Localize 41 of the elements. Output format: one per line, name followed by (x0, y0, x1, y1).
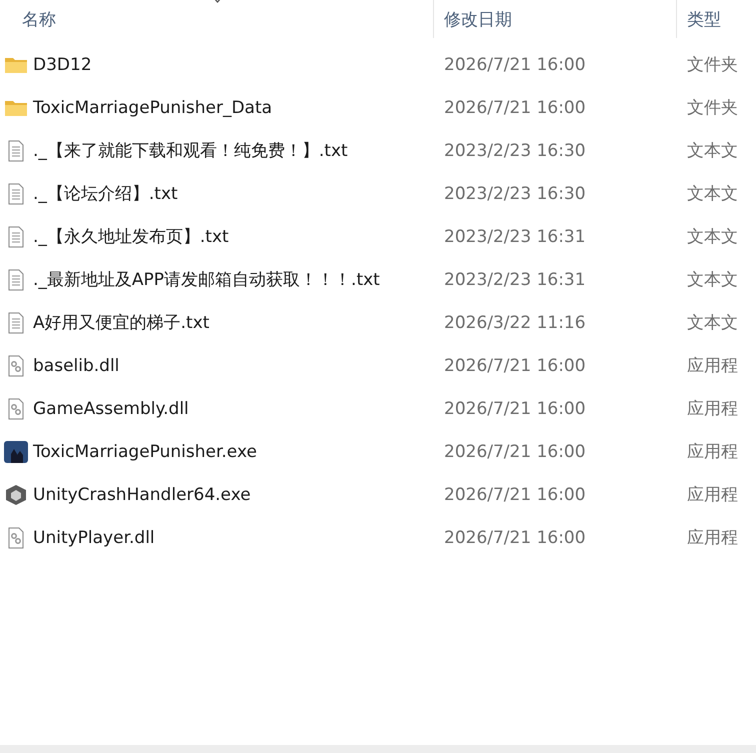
column-header[interactable]: 修改日期 (434, 0, 677, 38)
modified-date: 2026/7/21 16:00 (443, 528, 587, 548)
file-type: 应用程 (686, 484, 739, 506)
column-header[interactable]: 名称 (0, 0, 434, 38)
file-type: 文本文 (686, 226, 739, 248)
modified-date: 2026/3/22 11:16 (443, 312, 587, 332)
cube-icon (4, 484, 28, 506)
file-name[interactable]: UnityPlayer.dll (33, 528, 155, 548)
file-name[interactable]: ToxicMarriagePunisher_Data (33, 98, 272, 118)
modified-date: 2023/2/23 16:31 (443, 270, 587, 290)
file-name[interactable]: ToxicMarriagePunisher.exe (33, 442, 257, 462)
modified-date: 2026/7/21 16:00 (443, 54, 587, 74)
file-type: 文本文 (686, 140, 739, 162)
file-name[interactable]: GameAssembly.dll (33, 398, 189, 418)
file-type: 文本文 (686, 183, 739, 205)
modified-date: 2023/2/23 16:31 (443, 226, 587, 246)
file-type: 文本文 (686, 312, 739, 334)
app-icon (4, 440, 28, 462)
file-name[interactable]: D3D12 (33, 54, 92, 74)
modified-date: 2023/2/23 16:30 (443, 140, 587, 160)
file-type: 应用程 (686, 398, 739, 420)
file-type: 文本文 (686, 269, 739, 291)
modified-date: 2026/7/21 16:00 (443, 356, 587, 376)
file-name[interactable]: ._【论坛介绍】.txt (33, 182, 178, 205)
modified-date: 2026/7/21 16:00 (443, 398, 587, 418)
file-name[interactable]: A好用又便宜的梯子.txt (33, 311, 210, 334)
file-name[interactable]: baselib.dll (33, 356, 120, 376)
file-type: 文件夹 (686, 97, 739, 119)
file-name[interactable]: ._【来了就能下载和观看！纯免费！】.txt (33, 139, 348, 162)
file-type: 文件夹 (686, 54, 739, 76)
file-type: 应用程 (686, 527, 739, 549)
file-name[interactable]: ._最新地址及APP请发邮箱自动获取！！！.txt (33, 268, 380, 291)
file-name[interactable]: UnityCrashHandler64.exe (33, 484, 251, 504)
modified-date: 2026/7/21 16:00 (443, 98, 587, 118)
modified-date: 2026/7/21 16:00 (443, 442, 587, 462)
file-type: 应用程 (686, 441, 739, 463)
column-header[interactable]: 类型 (677, 0, 756, 38)
file-name[interactable]: ._【永久地址发布页】.txt (33, 225, 229, 248)
modified-date: 2023/2/23 16:30 (443, 184, 587, 204)
file-type: 应用程 (686, 355, 739, 377)
modified-date: 2026/7/21 16:00 (443, 484, 587, 504)
